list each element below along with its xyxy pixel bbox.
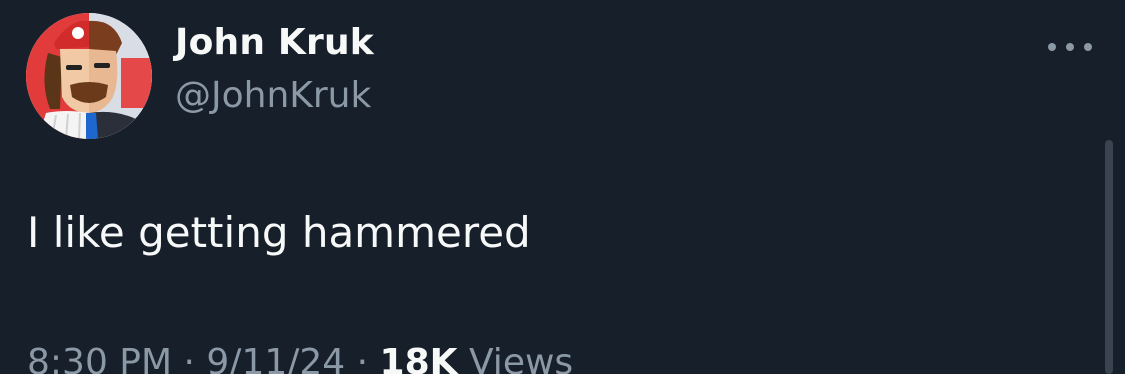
views-count: 18K — [379, 342, 458, 374]
scrollbar[interactable] — [1105, 140, 1113, 374]
meta-separator: · — [172, 342, 207, 374]
views-label: Views — [457, 342, 574, 374]
tweet-text: I like getting hammered — [27, 208, 531, 257]
avatar[interactable] — [26, 13, 152, 139]
tweet-meta: 8:30 PM · 9/11/24 · 18K Views — [27, 342, 573, 374]
author-display-name[interactable]: John Kruk — [175, 22, 374, 63]
cartoon-avatar-icon — [26, 13, 152, 139]
tweet-card: John Kruk @JohnKruk I like getting hamme… — [0, 0, 1125, 374]
tweet-date[interactable]: 9/11/24 — [206, 342, 345, 374]
author-handle[interactable]: @JohnKruk — [175, 75, 371, 116]
more-options-button[interactable] — [1040, 30, 1100, 64]
more-dots-icon — [1048, 43, 1092, 51]
meta-separator: · — [345, 342, 380, 374]
tweet-time[interactable]: 8:30 PM — [27, 342, 172, 374]
